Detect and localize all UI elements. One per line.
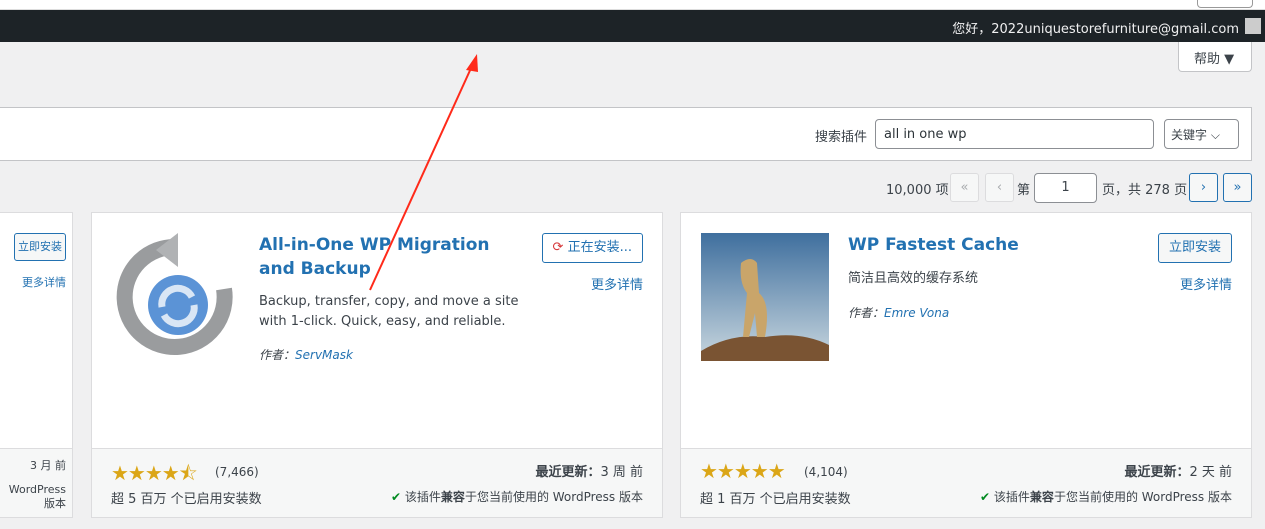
author-link[interactable]: Emre Vona [884,306,949,320]
plugin-description: Backup, transfer, copy, and move a site … [259,294,519,329]
last-page-button[interactable]: » [1223,173,1252,202]
compat-suffix: 于您当前使用的 WordPress 版本 [1053,490,1232,504]
help-button[interactable]: 帮助 ▼ [1178,42,1252,72]
plugin-icon-cheetah [701,233,829,361]
admin-bar: 您好，2022uniquestorefurniture@gmail.com [0,10,1265,42]
page-prefix: 第 [1017,183,1031,198]
plugin-author: 作者：Emre Vona [848,304,949,321]
compat-prefix: 该插件 [993,490,1030,504]
check-icon: ✔ [391,490,402,504]
updated-label: 最近更新： [1124,465,1190,480]
search-input[interactable] [875,119,1154,149]
browser-strip [0,0,1265,10]
installing-button[interactable]: ⟳ 正在安装... [541,233,643,263]
compatibility: WordPress 版本 [8,483,66,510]
plugin-card: All-in-One WP Migration and Backup Backu… [91,212,663,518]
compat-prefix: 该插件 [404,490,441,504]
compatibility: ✔ 该插件兼容于您当前使用的 WordPress 版本 [391,488,643,505]
star-rating-icon: ★★★★★ [700,459,786,483]
updating-spinner-icon: ⟳ [552,240,564,255]
account-greeting[interactable]: 您好，2022uniquestorefurniture@gmail.com [952,18,1239,37]
search-type-select[interactable]: 关键字 ⌵ [1164,119,1239,149]
page-suffix: 页，共 278 页 [1102,183,1188,198]
plugin-title[interactable]: All-in-One WP Migration and Backup [259,233,519,281]
updated-label: 最近更新： [535,465,601,480]
plugin-icon-migration [116,233,233,355]
rating-count[interactable]: (7,466) [215,465,259,479]
install-button[interactable]: 立即安装 [1157,233,1232,263]
last-updated: 3 月 前 [30,459,66,472]
author-label: 作者： [848,306,885,320]
more-details-link[interactable]: 更多详情 [22,274,66,290]
compat-suffix: 于您当前使用的 WordPress 版本 [464,490,643,504]
first-page-button[interactable]: « [950,173,979,202]
prev-page-button[interactable]: ‹ [985,173,1014,202]
next-page-button[interactable]: › [1189,173,1218,202]
plugin-card: WP Fastest Cache 简洁且高效的缓存系统 作者：Emre Vona… [680,212,1252,518]
card-footer: ★★★★★ (4,104) 最近更新：2 天 前 超 1 百万 个已启用安装数 … [681,448,1251,517]
install-label: 正在安装... [567,240,632,255]
chevron-down-icon: ⌵ [1210,128,1220,142]
compat-bold: 兼容 [440,490,465,504]
more-details-link[interactable]: 更多详情 [1180,274,1232,293]
plugin-title[interactable]: WP Fastest Cache [848,233,1108,257]
active-installs: 超 1 百万 个已启用安装数 [700,492,851,507]
compatibility: ✔ 该插件兼容于您当前使用的 WordPress 版本 [980,488,1232,505]
updated-value: 2 天 前 [1189,465,1232,480]
updated-value: 3 周 前 [600,465,643,480]
card-footer: ★★★★⯪ (7,466) 最近更新：3 周 前 超 5 百万 个已启用安装数 … [92,448,662,517]
search-label: 搜索插件 [815,130,868,145]
check-icon: ✔ [980,490,991,504]
author-link[interactable]: ServMask [295,348,353,362]
strip-button[interactable] [1197,0,1253,8]
plugin-card: 立即安装 更多详情 3 月 前 WordPress 版本 [0,212,73,518]
search-filter-bar: 搜索插件 关键字 ⌵ [0,107,1252,161]
author-label: 作者： [259,348,296,362]
current-page-input[interactable]: 1 [1034,173,1097,203]
plugin-description: 简洁且高效的缓存系统 [848,271,979,286]
last-updated: 最近更新：3 周 前 [535,461,643,480]
compat-bold: 兼容 [1029,490,1054,504]
avatar[interactable] [1245,18,1261,34]
last-updated: 最近更新：2 天 前 [1124,461,1232,480]
total-items: 10,000 项 [886,183,949,198]
more-details-link[interactable]: 更多详情 [591,274,643,293]
plugin-author: 作者：ServMask [259,346,353,363]
active-installs: 超 5 百万 个已启用安装数 [111,492,262,507]
rating-count[interactable]: (4,104) [804,465,848,479]
search-type-value: 关键字 [1171,128,1208,142]
card-footer: 3 月 前 WordPress 版本 [0,448,72,517]
install-button[interactable]: 立即安装 [14,233,66,261]
